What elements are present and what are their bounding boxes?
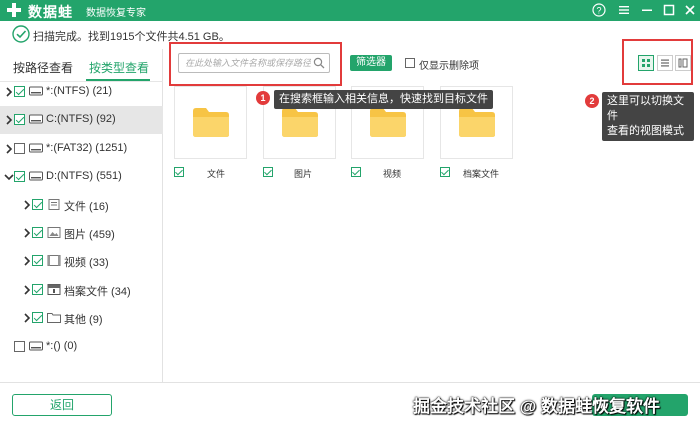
show-deleted-checkbox[interactable] [405,58,415,68]
tree-row[interactable]: C:(NTFS) (92) [0,106,163,134]
chevron-right-icon[interactable] [22,284,32,296]
search-icon[interactable] [313,57,325,69]
list-view-button[interactable] [657,55,673,71]
bottom-divider [0,382,700,383]
tree-row[interactable]: 档案文件 (34) [0,276,163,304]
tree-row[interactable]: 视频 (33) [0,247,163,275]
tree-label: D:(NTFS) (551) [46,170,122,182]
app-name: 数据蛙 [28,4,73,20]
tree-row[interactable]: 图片 (459) [0,219,163,247]
tree-label: 视频 (33) [64,257,109,269]
close-icon [685,5,695,15]
back-button[interactable]: 返回 [12,394,112,416]
minimize-button[interactable] [638,1,656,19]
tree-checkbox[interactable] [14,114,25,125]
tree-label: *:(FAT32) (1251) [46,142,128,154]
tree-checkbox[interactable] [14,341,25,352]
app-subtitle: 数据恢复专家 [86,8,146,19]
tree-row[interactable]: *:(NTFS) (21) [0,78,163,106]
maximize-icon [663,4,675,16]
folder-icon [459,108,495,137]
tip-2-line-1: 这里可以切换文件 [607,95,684,122]
search-input[interactable] [185,56,311,70]
minimize-icon [642,9,652,11]
close-button[interactable] [681,1,699,19]
tile-checkbox-images[interactable] [263,167,273,177]
grid-view-icon [638,55,654,71]
chevron-right-icon[interactable] [22,312,32,324]
category-tile-documents[interactable] [174,86,247,159]
toolbar: 筛选器 仅显示删除项 [163,49,700,85]
detail-view-icon [675,55,691,71]
tree-row[interactable]: 其他 (9) [0,304,163,332]
tip-2-box: 这里可以切换文件 查看的视图模式 [602,92,694,141]
tree-row[interactable]: *:(FAT32) (1251) [0,135,163,163]
tree-checkbox[interactable] [32,312,43,323]
tile-checkbox-documents[interactable] [174,167,184,177]
folder-icon [282,108,318,137]
show-deleted-label: 仅显示删除项 [419,61,479,72]
tree-checkbox[interactable] [14,86,25,97]
left-panel: 按路径查看 按类型查看 *:(NTFS) (21) C:(NTFS) (92) *:… [0,49,163,382]
tree-row[interactable]: 文件 (16) [0,191,163,219]
filter-button[interactable]: 筛选器 [350,55,392,71]
chevron-right-icon[interactable] [4,171,14,183]
tile-checkbox-archives[interactable] [440,167,450,177]
tip-2-line-2: 查看的视图模式 [607,125,684,137]
tree-label: C:(NTFS) (92) [46,113,116,125]
app-logo-icon [7,3,21,17]
tile-label-archives: 档案文件 [463,169,500,179]
svg-text:?: ? [596,6,601,16]
tile-label-images: 图片 [294,169,313,179]
folder-icon [370,108,406,137]
tree-checkbox[interactable] [32,284,43,295]
tile-checkbox-videos[interactable] [351,167,361,177]
scan-complete-icon [12,25,30,43]
tree-checkbox[interactable] [14,171,25,182]
tile-label-videos: 视频 [383,169,402,179]
tree-label: *:() (0) [46,340,78,352]
tree-label: 文件 (16) [64,201,109,213]
help-button[interactable]: ? [590,1,608,19]
tree-label: 图片 (459) [64,229,115,241]
chevron-right-icon[interactable] [22,227,32,239]
tree-checkbox[interactable] [32,227,43,238]
folder-icon [193,108,229,137]
search-box[interactable] [178,53,330,73]
menu-icon [619,6,629,14]
chevron-right-icon[interactable] [22,255,32,267]
title-bar: 数据蛙 数据恢复专家 ? [0,0,700,21]
tree-row[interactable]: *:() (0) [0,333,163,361]
menu-button[interactable] [615,1,633,19]
tip-2-badge: 2 [585,94,599,108]
chevron-right-icon[interactable] [4,114,14,126]
chevron-right-icon[interactable] [4,143,14,155]
detail-view-button[interactable] [675,55,691,71]
list-view-icon [657,55,673,71]
tree-label: 其他 (9) [64,314,103,326]
chevron-right-icon[interactable] [22,199,32,211]
maximize-button[interactable] [660,1,678,19]
tree-checkbox[interactable] [32,199,43,210]
help-icon: ? [592,3,606,17]
tree-checkbox[interactable] [14,143,25,154]
tree-label: 档案文件 (34) [64,286,131,298]
grid-view-button[interactable] [638,55,654,71]
tree-label: *:(NTFS) (21) [46,85,112,97]
tip-1-text: 在搜索框输入相关信息，快速找到目标文件 [274,90,493,109]
tree-checkbox[interactable] [32,255,43,266]
scan-status-bar: 扫描完成。找到1915个文件共4.51 GB。 [0,21,700,49]
chevron-right-icon[interactable] [4,86,14,98]
watermark-text: 掘金技术社区 @ 数据蛙恢复软件 [413,397,661,416]
tip-1-badge: 1 [256,91,270,105]
scan-status-text: 扫描完成。找到1915个文件共4.51 GB。 [33,31,230,43]
tile-label-documents: 文件 [207,169,226,179]
tree-row[interactable]: D:(NTFS) (551) [0,163,163,191]
